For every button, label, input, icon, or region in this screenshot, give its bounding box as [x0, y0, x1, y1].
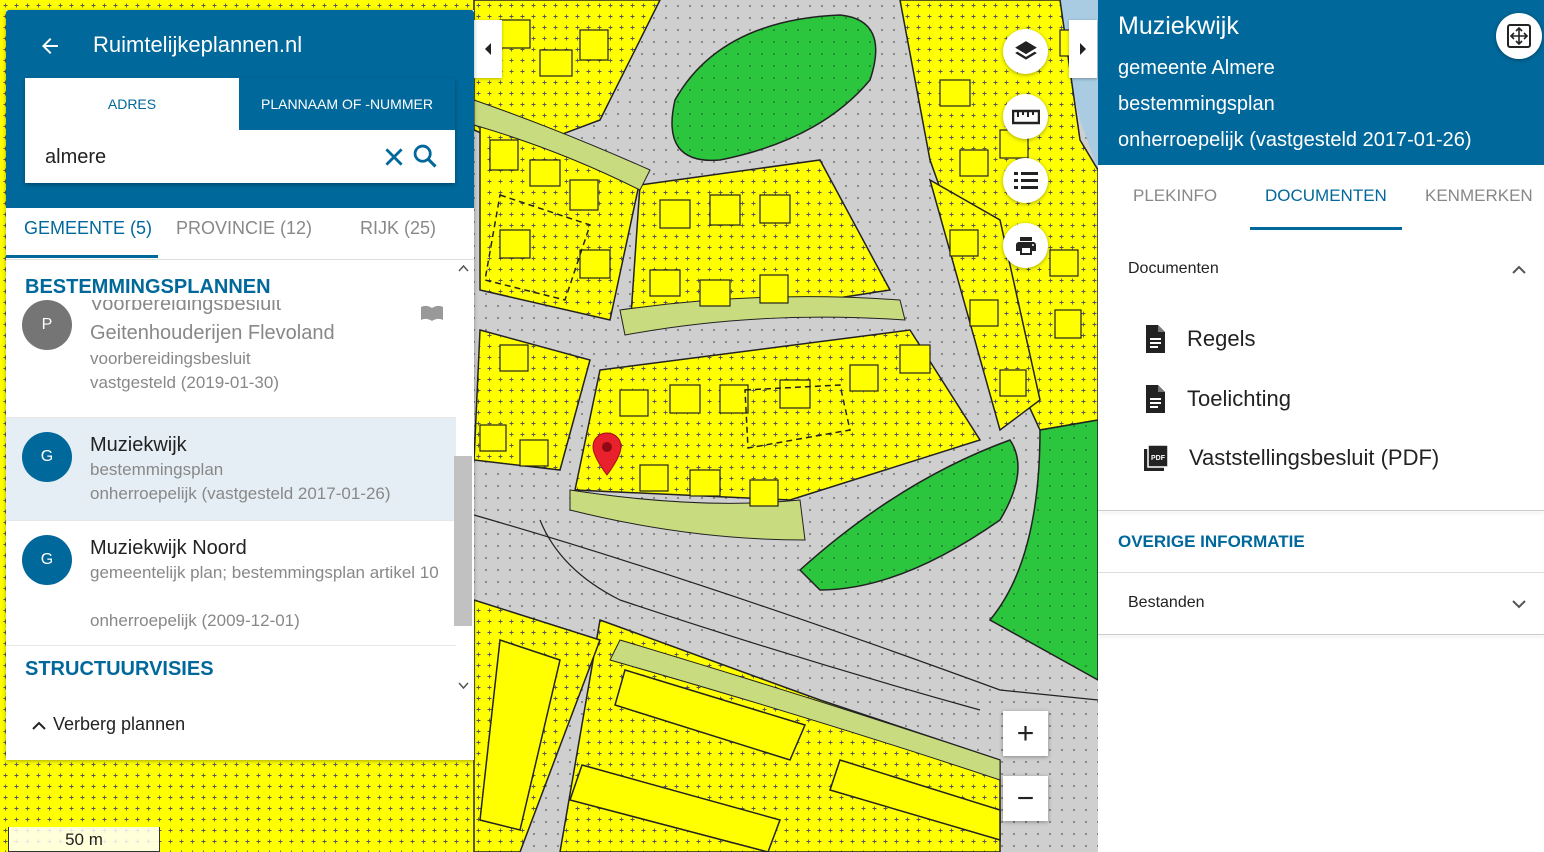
tab-rijk[interactable]: RIJK (25): [360, 218, 436, 239]
tab-documenten[interactable]: DOCUMENTEN: [1265, 186, 1387, 206]
print-button[interactable]: [1003, 223, 1048, 268]
chevron-up-icon: [1512, 265, 1526, 274]
section-divider: [1098, 572, 1544, 573]
tab-provincie[interactable]: PROVINCIE (12): [176, 218, 312, 239]
active-tab-indicator: [6, 255, 158, 258]
app-title: Ruimtelijkeplannen.nl: [93, 32, 303, 57]
printer-icon: [1015, 236, 1036, 255]
legend-list-icon: [1013, 171, 1038, 189]
chevron-up-icon: [458, 264, 469, 272]
plan-item-muziekwijk-noord[interactable]: G Muziekwijk Noord gemeentelijk plan; be…: [6, 521, 456, 646]
document-icon: [1146, 385, 1165, 413]
documents-accordion-header[interactable]: Documenten: [1098, 246, 1544, 294]
search-button[interactable]: [411, 142, 439, 170]
files-header-label: Bestanden: [1128, 594, 1205, 611]
ruler-icon: [1011, 109, 1040, 124]
plan-type: voorbereidingsbesluit: [90, 349, 251, 368]
caret-right-icon: [1080, 43, 1086, 55]
hide-plans-label: Verberg plannen: [53, 714, 186, 734]
plan-type: bestemmingsplan: [1118, 93, 1275, 115]
scrollbar-thumb[interactable]: [454, 456, 472, 626]
collapse-right-panel-button[interactable]: [1069, 20, 1097, 78]
documents-header-label: Documenten: [1128, 260, 1219, 277]
search-card: ADRES PLANNAAM OF -NUMMER: [25, 78, 455, 183]
plan-type: bestemmingsplan: [90, 460, 224, 479]
search-input[interactable]: [45, 142, 375, 172]
chevron-down-icon: [1512, 600, 1526, 609]
plan-municipality: gemeente Almere: [1118, 57, 1275, 79]
plan-type: gemeentelijk plan; bestemmingsplan artik…: [90, 563, 439, 582]
search-panel-header: Ruimtelijkeplannen.nl ADRES PLANNAAM OF …: [6, 10, 474, 208]
tab-address[interactable]: ADRES: [25, 78, 239, 130]
legend-button[interactable]: [1003, 158, 1048, 203]
scale-bar: 50 m: [8, 827, 160, 852]
fullscreen-icon: [1507, 24, 1531, 48]
plan-list[interactable]: BESTEMMINGSPLANNEN P Voorbereidingsbeslu…: [6, 260, 456, 698]
plan-item-geitenhouderijen[interactable]: P Voorbereidingsbesluit Geitenhouderijen…: [6, 300, 456, 418]
plan-detail-panel: Muziekwijk gemeente Almere bestemmingspl…: [1098, 0, 1544, 852]
section-bestemmingsplannen: BESTEMMINGSPLANNEN: [25, 276, 271, 298]
section-divider: [1098, 634, 1544, 635]
active-tab-indicator: [1250, 227, 1402, 230]
layers-button[interactable]: [1003, 29, 1048, 74]
document-label: Toelichting: [1187, 386, 1291, 411]
svg-text:PDF: PDF: [1151, 455, 1166, 462]
plan-item-muziekwijk[interactable]: G Muziekwijk bestemmingsplan onherroepel…: [6, 418, 456, 521]
pdf-icon: PDF: [1144, 444, 1169, 471]
search-panel: Ruimtelijkeplannen.nl ADRES PLANNAAM OF …: [6, 10, 474, 760]
avatar-gemeente: G: [22, 432, 72, 482]
close-icon: [385, 148, 403, 166]
caret-left-icon: [485, 43, 491, 55]
measure-button[interactable]: [1003, 94, 1048, 139]
plan-detail-title: Muziekwijk: [1118, 12, 1239, 40]
files-accordion-header[interactable]: Bestanden: [1098, 580, 1544, 628]
document-vaststellingsbesluit[interactable]: PDF Vaststellingsbesluit (PDF): [1143, 444, 1439, 472]
book-icon[interactable]: [420, 304, 444, 322]
back-button[interactable]: [34, 30, 66, 62]
plan-title: Muziekwijk Noord: [90, 537, 247, 559]
section-structuurvisies: STRUCTUURVISIES: [25, 658, 214, 680]
plan-status: onherroepelijk (vastgesteld 2017-01-26): [1118, 129, 1472, 151]
clear-search-button[interactable]: [381, 144, 407, 170]
avatar-provincie: P: [22, 300, 72, 350]
tab-kenmerken[interactable]: KENMERKEN: [1425, 186, 1533, 206]
plan-title: Muziekwijk: [90, 434, 187, 456]
tab-plekinfo[interactable]: PLEKINFO: [1133, 186, 1217, 206]
fullscreen-button[interactable]: [1496, 13, 1542, 59]
document-icon: [1146, 325, 1165, 353]
avatar-gemeente: G: [22, 535, 72, 585]
plan-status: onherroepelijk (2009-12-01): [90, 611, 300, 630]
document-label: Vaststellingsbesluit (PDF): [1189, 445, 1440, 470]
chevron-up-icon: [32, 721, 46, 730]
section-divider: [1098, 510, 1544, 511]
plan-title: Geitenhouderijen Flevoland: [90, 322, 335, 344]
collapse-left-panel-button[interactable]: [474, 20, 502, 78]
map-pin-icon[interactable]: [592, 432, 622, 476]
level-tabs: GEMEENTE (5) PROVINCIE (12) RIJK (25): [6, 208, 474, 260]
zoom-in-button[interactable]: +: [1003, 711, 1048, 756]
arrow-left-icon: [42, 38, 58, 54]
tab-gemeente[interactable]: GEMEENTE (5): [24, 218, 152, 239]
plan-status: vastgesteld (2019-01-30): [90, 373, 280, 392]
tab-plan-name[interactable]: PLANNAAM OF -NUMMER: [239, 78, 455, 130]
zoom-out-button[interactable]: −: [1003, 776, 1048, 821]
plan-status: onherroepelijk (vastgesteld 2017-01-26): [90, 484, 391, 503]
plan-title-partial: Voorbereidingsbesluit: [90, 300, 282, 314]
document-toelichting[interactable]: Toelichting: [1143, 384, 1291, 414]
chevron-down-icon: [458, 682, 469, 690]
other-info-title: OVERIGE INFORMATIE: [1118, 532, 1305, 551]
document-label: Regels: [1187, 326, 1256, 351]
document-regels[interactable]: Regels: [1143, 324, 1255, 354]
layers-icon: [1014, 40, 1037, 60]
hide-plans-toggle[interactable]: Verberg plannen: [31, 714, 185, 735]
search-icon: [413, 144, 437, 168]
plan-detail-header: Muziekwijk gemeente Almere bestemmingspl…: [1098, 0, 1544, 165]
